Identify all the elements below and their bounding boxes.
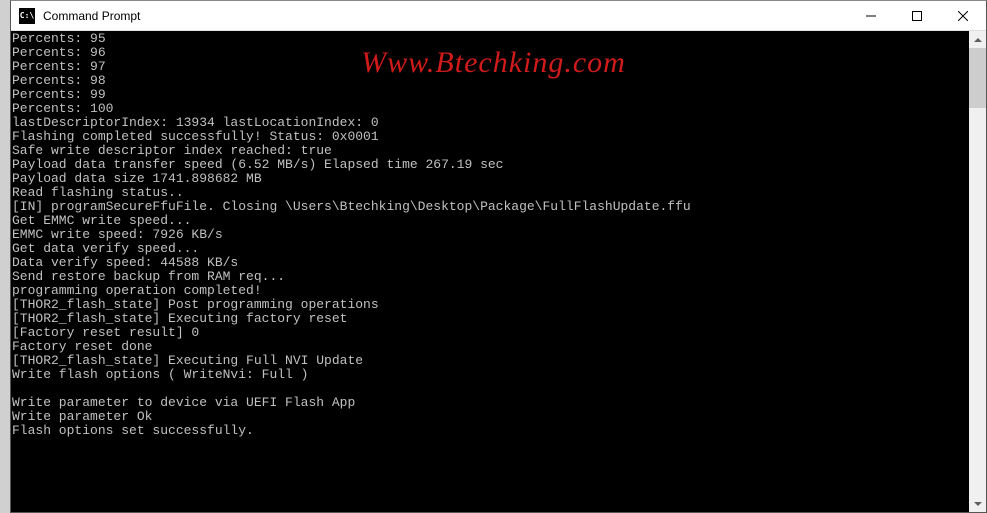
console-line: Write parameter Ok bbox=[11, 410, 969, 424]
console-output[interactable]: Percents: 95Percents: 96Percents: 97Perc… bbox=[11, 31, 969, 512]
console-area: Percents: 95Percents: 96Percents: 97Perc… bbox=[11, 31, 986, 512]
console-line: [THOR2_flash_state] Post programming ope… bbox=[11, 298, 969, 312]
console-line: Percents: 99 bbox=[11, 88, 969, 102]
console-line: Percents: 95 bbox=[11, 32, 969, 46]
window-title: Command Prompt bbox=[43, 9, 848, 23]
console-line: Flash options set successfully. bbox=[11, 424, 969, 438]
console-line: lastDescriptorIndex: 13934 lastLocationI… bbox=[11, 116, 969, 130]
scroll-thumb[interactable] bbox=[969, 48, 986, 108]
maximize-icon bbox=[912, 11, 922, 21]
console-line: Percents: 97 bbox=[11, 60, 969, 74]
maximize-button[interactable] bbox=[894, 1, 940, 30]
minimize-icon bbox=[866, 11, 876, 21]
console-line: Safe write descriptor index reached: tru… bbox=[11, 144, 969, 158]
console-line: EMMC write speed: 7926 KB/s bbox=[11, 228, 969, 242]
chevron-down-icon bbox=[974, 502, 982, 506]
background-stripe bbox=[0, 0, 10, 513]
console-line: Factory reset done bbox=[11, 340, 969, 354]
console-line: Read flashing status.. bbox=[11, 186, 969, 200]
console-line: Write flash options ( WriteNvi: Full ) bbox=[11, 368, 969, 382]
scroll-down-button[interactable] bbox=[969, 495, 986, 512]
console-line: [IN] programSecureFfuFile. Closing \User… bbox=[11, 200, 969, 214]
scroll-up-button[interactable] bbox=[969, 31, 986, 48]
console-line: Write parameter to device via UEFI Flash… bbox=[11, 396, 969, 410]
cmd-icon-label: C:\ bbox=[20, 11, 34, 20]
cmd-icon: C:\ bbox=[19, 8, 35, 24]
console-line: [THOR2_flash_state] Executing Full NVI U… bbox=[11, 354, 969, 368]
titlebar[interactable]: C:\ Command Prompt bbox=[11, 1, 986, 31]
console-line: Percents: 98 bbox=[11, 74, 969, 88]
console-line: Percents: 100 bbox=[11, 102, 969, 116]
console-line: Payload data size 1741.898682 MB bbox=[11, 172, 969, 186]
console-line: Flashing completed successfully! Status:… bbox=[11, 130, 969, 144]
console-line: Send restore backup from RAM req... bbox=[11, 270, 969, 284]
close-icon bbox=[958, 11, 968, 21]
chevron-up-icon bbox=[974, 38, 982, 42]
console-line bbox=[11, 438, 969, 452]
console-line: programming operation completed! bbox=[11, 284, 969, 298]
console-line: Percents: 96 bbox=[11, 46, 969, 60]
console-line: Data verify speed: 44588 KB/s bbox=[11, 256, 969, 270]
close-button[interactable] bbox=[940, 1, 986, 30]
window-controls bbox=[848, 1, 986, 30]
command-prompt-window: C:\ Command Prompt Percents: 95Percents:… bbox=[10, 0, 987, 513]
console-line: Get data verify speed... bbox=[11, 242, 969, 256]
vertical-scrollbar[interactable] bbox=[969, 31, 986, 512]
console-line: Payload data transfer speed (6.52 MB/s) … bbox=[11, 158, 969, 172]
minimize-button[interactable] bbox=[848, 1, 894, 30]
console-line: Get EMMC write speed... bbox=[11, 214, 969, 228]
console-line bbox=[11, 382, 969, 396]
console-line: [THOR2_flash_state] Executing factory re… bbox=[11, 312, 969, 326]
console-line: [Factory reset result] 0 bbox=[11, 326, 969, 340]
